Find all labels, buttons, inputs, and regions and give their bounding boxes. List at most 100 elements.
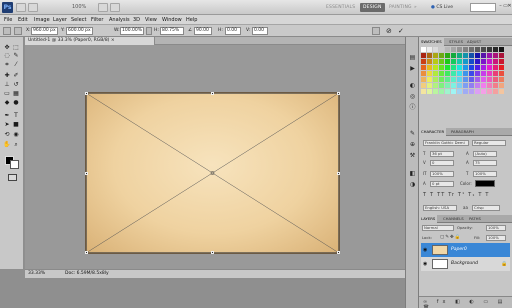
kerning-field[interactable]: 0 [430, 160, 454, 166]
document-tab[interactable]: Untitled-1 @ 33.3% (Paper0, RGB/8) × [25, 37, 155, 45]
swatch-cell[interactable] [469, 53, 474, 58]
navigator-panel-icon[interactable]: ◎ [409, 93, 416, 100]
swatch-cell[interactable] [499, 71, 504, 76]
swatch-cell[interactable] [493, 65, 498, 70]
swatch-cell[interactable] [487, 59, 492, 64]
swatch-cell[interactable] [493, 83, 498, 88]
width-field[interactable]: 100.00% [120, 27, 144, 35]
color-panel-icon[interactable]: ◐ [409, 82, 416, 89]
swatch-cell[interactable] [451, 89, 456, 94]
swatch-cell[interactable] [439, 65, 444, 70]
height-field[interactable]: 80.75% [160, 27, 184, 35]
swatch-cell[interactable] [433, 89, 438, 94]
swatch-cell[interactable] [499, 53, 504, 58]
swatch-cell[interactable] [445, 89, 450, 94]
swatch-cell[interactable] [469, 77, 474, 82]
leading-field[interactable]: (Auto) [473, 151, 497, 157]
layer-row[interactable]: ◉ Paper0 [421, 243, 510, 257]
transform-handle-right[interactable] [337, 172, 340, 175]
swatch-cell[interactable] [457, 59, 462, 64]
menu-edit[interactable]: Edit [18, 15, 28, 25]
swatch-cell[interactable] [445, 65, 450, 70]
cs-live-button[interactable]: ● CS Live [431, 3, 453, 12]
swatch-cell[interactable] [475, 71, 480, 76]
swatch-cell[interactable] [421, 71, 426, 76]
3d-rotate-tool-icon[interactable]: ⟲ [3, 131, 11, 138]
dodge-tool-icon[interactable]: ● [12, 99, 20, 106]
swatch-cell[interactable] [451, 83, 456, 88]
minibridge-button[interactable] [28, 3, 38, 12]
swatch-cell[interactable] [499, 47, 504, 52]
swatch-cell[interactable] [463, 71, 468, 76]
swatch-cell[interactable] [475, 89, 480, 94]
swatch-cell[interactable] [433, 53, 438, 58]
swatch-cell[interactable] [493, 53, 498, 58]
workspace-essentials[interactable]: ESSENTIALS [326, 3, 355, 12]
swatch-cell[interactable] [493, 59, 498, 64]
workspace-design[interactable]: DESIGN [360, 3, 385, 12]
swatch-cell[interactable] [499, 65, 504, 70]
swatch-cell[interactable] [481, 59, 486, 64]
swatch-cell[interactable] [445, 83, 450, 88]
swatch-cell[interactable] [475, 53, 480, 58]
menu-filter[interactable]: Filter [91, 15, 103, 25]
swatch-cell[interactable] [439, 47, 444, 52]
menu-analysis[interactable]: Analysis [109, 15, 130, 25]
transform-handle-bottom[interactable] [211, 251, 214, 254]
menu-file[interactable]: File [4, 15, 12, 25]
menu-layer[interactable]: Layer [53, 15, 67, 25]
commit-transform-button[interactable]: ✓ [398, 25, 404, 37]
swatch-cell[interactable] [499, 89, 504, 94]
swatch-cell[interactable] [445, 71, 450, 76]
swatch-cell[interactable] [439, 71, 444, 76]
swatch-cell[interactable] [439, 83, 444, 88]
swatch-cell[interactable] [475, 59, 480, 64]
swatch-cell[interactable] [487, 89, 492, 94]
swatch-cell[interactable] [463, 59, 468, 64]
swatch-cell[interactable] [457, 71, 462, 76]
zoom-level[interactable]: 100% [72, 3, 86, 12]
swatch-cell[interactable] [463, 47, 468, 52]
opacity-field[interactable]: 100% [486, 225, 506, 231]
actions-panel-icon[interactable]: ▶ [409, 65, 416, 72]
swatch-cell[interactable] [457, 83, 462, 88]
font-style-select[interactable]: Regular [472, 140, 506, 146]
eraser-tool-icon[interactable]: ▭ [3, 90, 11, 97]
swatch-cell[interactable] [451, 65, 456, 70]
crop-tool-icon[interactable]: ⌗ [3, 61, 11, 68]
language-select[interactable]: English: USA [423, 205, 457, 211]
clone-source-panel-icon[interactable]: ⊕ [409, 141, 416, 148]
swatch-cell[interactable] [427, 71, 432, 76]
screen-mode-button[interactable] [110, 3, 120, 12]
adjustments-panel-icon[interactable]: ◑ [409, 181, 416, 188]
swatch-cell[interactable] [481, 65, 486, 70]
swatch-cell[interactable] [433, 47, 438, 52]
swatch-cell[interactable] [487, 83, 492, 88]
workspace-painting[interactable]: PAINTING [389, 3, 412, 12]
history-panel-icon[interactable]: ▤ [409, 54, 416, 61]
help-search-input[interactable] [470, 3, 496, 12]
status-zoom[interactable]: 33.33% [28, 270, 45, 278]
swatch-cell[interactable] [475, 47, 480, 52]
h-skew-field[interactable]: 0.00 [225, 27, 241, 35]
swatch-cell[interactable] [427, 83, 432, 88]
close-button[interactable]: ✕ [507, 4, 512, 9]
swatch-cell[interactable] [475, 83, 480, 88]
transform-handle-bottom-right[interactable] [337, 251, 340, 254]
swatch-cell[interactable] [427, 65, 432, 70]
tab-channels[interactable]: CHANNELS [441, 215, 466, 223]
tab-swatches[interactable]: SWATCHES [419, 38, 444, 46]
transform-tool-icon[interactable] [3, 27, 11, 35]
blur-tool-icon[interactable]: ◆ [3, 99, 11, 106]
link-icon[interactable] [146, 27, 152, 35]
swatch-cell[interactable] [421, 83, 426, 88]
swatch-cell[interactable] [445, 47, 450, 52]
cancel-transform-button[interactable]: ⊘ [386, 25, 392, 37]
swatch-cell[interactable] [421, 53, 426, 58]
v-skew-field[interactable]: 0.00 [252, 27, 268, 35]
swatch-cell[interactable] [463, 65, 468, 70]
fill-field[interactable]: 100% [486, 235, 506, 241]
swatch-cell[interactable] [493, 89, 498, 94]
history-brush-tool-icon[interactable]: ↺ [12, 81, 20, 88]
swatch-cell[interactable] [451, 53, 456, 58]
